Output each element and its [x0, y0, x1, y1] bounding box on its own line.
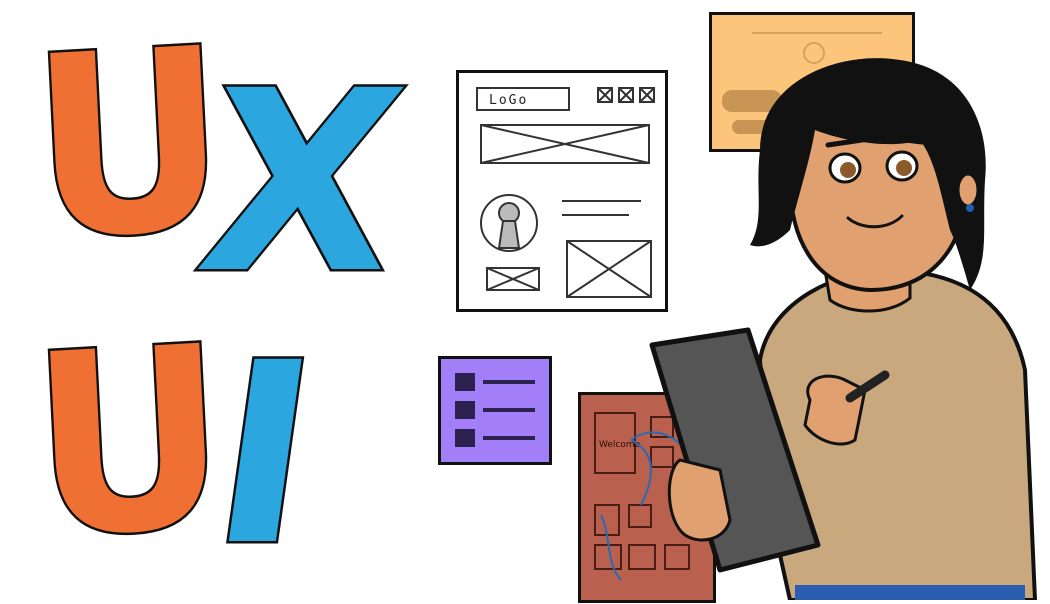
wireframe-text-lines [562, 200, 641, 216]
wireframe-image-placeholder [486, 240, 652, 298]
letter-x: X [182, 35, 421, 331]
wireframe-sketch-card: LoGo [456, 70, 668, 312]
wireframe-avatar-placeholder [480, 194, 538, 252]
purple-list-card [438, 356, 552, 465]
letter-u-bottom: U [24, 289, 236, 595]
wireframe-banner-placeholder [480, 124, 650, 164]
designer-character [649, 58, 1038, 600]
wireframe-logo-label: LoGo [489, 93, 528, 108]
wireframe-sketch: LoGo [476, 87, 655, 298]
